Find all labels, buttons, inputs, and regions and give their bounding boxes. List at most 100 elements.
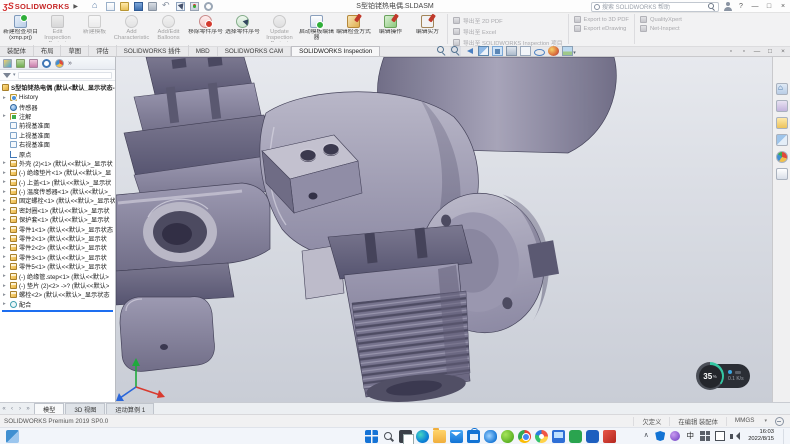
tree-item[interactable]: 前视基准面	[0, 121, 115, 130]
panel-tab-icon[interactable]	[42, 59, 51, 68]
units-dropdown-icon[interactable]: ▾	[764, 418, 767, 424]
taskbar-app-icon[interactable]	[467, 430, 480, 443]
taskbar-app-icon[interactable]	[501, 430, 514, 443]
command-tab[interactable]: 草图	[61, 45, 89, 56]
view-tab[interactable]: 模型	[34, 403, 64, 415]
quick-access-icon[interactable]	[134, 2, 143, 11]
quick-access-icon[interactable]	[190, 2, 199, 11]
minimize-button[interactable]: —	[750, 3, 760, 10]
ime-indicator[interactable]: 中	[685, 431, 695, 441]
document-window-button[interactable]: ▫	[727, 48, 735, 55]
quick-access-icon[interactable]	[204, 2, 213, 11]
taskbar-app-icon[interactable]	[603, 430, 616, 443]
quick-access-icon[interactable]	[120, 2, 129, 11]
tree-item[interactable]: 原点	[0, 149, 115, 158]
task-pane-tab-icon[interactable]	[776, 117, 788, 129]
quick-access-icon[interactable]	[92, 2, 101, 11]
taskbar-app-icon[interactable]	[433, 430, 446, 443]
export-menu-item[interactable]: 导出至 Excel	[453, 27, 563, 36]
document-window-button[interactable]: ▫	[740, 48, 748, 55]
tree-item[interactable]: 保护套<1> (默认<<默认>_显示状	[0, 215, 115, 224]
quick-access-icon[interactable]	[176, 2, 185, 11]
graphics-viewport[interactable]: 35 % 0.1 K/s	[116, 57, 772, 402]
document-window-button[interactable]: ×	[779, 48, 787, 55]
tree-item[interactable]: 螺栓<2> (默认<<默认>_显示状态	[0, 290, 115, 299]
view-tool-icon[interactable]	[506, 46, 517, 56]
screen-recorder-overlay[interactable]: 35 % 0.1 K/s	[696, 362, 750, 390]
taskbar-app-icon[interactable]	[416, 430, 429, 443]
menu-flyout-arrow[interactable]: ▶	[73, 3, 78, 10]
login-icon[interactable]	[723, 2, 732, 11]
panel-tabs-overflow-icon[interactable]: »	[68, 59, 72, 68]
panel-tab-icon[interactable]	[29, 59, 38, 68]
command-tab[interactable]: SOLIDWORKS Inspection	[291, 46, 380, 56]
input-grid-icon[interactable]	[700, 431, 710, 441]
view-tool-icon[interactable]	[520, 46, 531, 56]
defender-icon[interactable]	[655, 431, 665, 441]
filter-caret-icon[interactable]: ▾	[13, 72, 16, 78]
tab-nav-arrow[interactable]: »	[24, 406, 32, 412]
filter-icon[interactable]	[3, 73, 11, 78]
tree-item[interactable]: (-) 上盖<1> (默认<<默认>_显示状	[0, 178, 115, 187]
ribbon-button[interactable]: 启动模板编辑器	[298, 14, 335, 45]
view-tab[interactable]: 运动算例 1	[106, 403, 154, 415]
task-pane-tab-icon[interactable]	[776, 100, 788, 112]
volume-icon[interactable]	[730, 431, 740, 441]
document-window-button[interactable]: □	[766, 48, 774, 55]
ribbon-button[interactable]: 选择零件序号	[224, 14, 261, 45]
tree-item[interactable]: 零件2<2> (默认<<默认>_显示状	[0, 243, 115, 252]
taskbar-app-icon[interactable]	[365, 430, 378, 443]
ribbon-button[interactable]: Add/Edit Balloons	[150, 14, 187, 45]
tree-rollback-bar[interactable]	[2, 310, 113, 312]
tree-item[interactable]: 零件1<1> (默认<<默认>_显示状态	[0, 224, 115, 233]
quick-access-icon[interactable]	[148, 2, 157, 11]
status-item[interactable]: MMGS	[726, 417, 763, 426]
command-tab[interactable]: MBD	[189, 47, 218, 56]
panel-tab-icon[interactable]	[3, 59, 12, 68]
command-tab[interactable]: SOLIDWORKS CAM	[218, 47, 291, 56]
view-tool-icon[interactable]	[464, 46, 475, 56]
export-menu-item[interactable]: QualityXpert	[640, 16, 682, 23]
ribbon-button[interactable]: 编辑检查方式	[335, 14, 372, 45]
export-menu-item[interactable]: Export to 3D PDF	[574, 16, 629, 23]
taskbar-app-icon[interactable]	[450, 430, 463, 443]
status-gear-icon[interactable]	[775, 417, 784, 426]
ribbon-button[interactable]: 编辑操作	[372, 14, 409, 45]
task-pane-tab-icon[interactable]	[776, 168, 788, 180]
tree-item[interactable]: 上视基准面	[0, 131, 115, 140]
quick-access-icon[interactable]	[162, 2, 171, 11]
3d-model[interactable]	[116, 57, 772, 402]
quick-access-icon[interactable]	[106, 2, 115, 11]
status-item[interactable]: 在编辑 装配体	[669, 417, 726, 426]
view-tool-icon[interactable]	[436, 46, 447, 56]
document-window-button[interactable]: —	[753, 48, 761, 55]
panel-tab-icon[interactable]	[55, 59, 64, 68]
taskbar-app-icon[interactable]	[382, 430, 395, 443]
tree-item[interactable]: 固定螺栓<1> (默认<<默认>_显示状	[0, 196, 115, 205]
ribbon-button[interactable]: 新建模板	[76, 14, 113, 45]
tree-item[interactable]: 注解	[0, 112, 115, 121]
tree-item[interactable]: 零件3<1> (默认<<默认>_显示状	[0, 253, 115, 262]
network-icon[interactable]	[715, 431, 725, 441]
export-menu-item[interactable]: Net-Inspect	[640, 25, 682, 32]
task-pane-tab-icon[interactable]	[776, 83, 788, 95]
command-tab[interactable]: 装配体	[0, 45, 34, 56]
taskbar-app-icon[interactable]	[569, 430, 582, 443]
view-tool-icon[interactable]	[492, 46, 503, 56]
view-tool-icon[interactable]	[548, 46, 559, 56]
ribbon-button[interactable]: 移除零件序号	[187, 14, 224, 45]
export-menu-item[interactable]: 导出至 2D PDF	[453, 16, 563, 25]
export-menu-item[interactable]: Export eDrawing	[574, 25, 629, 32]
tree-item[interactable]: (-) 温度传感器<1> (默认<<默认>_	[0, 187, 115, 196]
view-tool-icon[interactable]	[450, 46, 461, 56]
command-tab[interactable]: SOLIDWORKS 插件	[117, 45, 189, 56]
task-pane-tab-icon[interactable]	[776, 151, 788, 163]
tree-root-item[interactable]: S型铂铑热电偶 (默认<默认_显示状态-1>	[0, 82, 115, 93]
taskbar-app-icon[interactable]	[552, 430, 565, 443]
taskbar-app-icon[interactable]	[518, 430, 531, 443]
command-tab[interactable]: 评估	[89, 45, 117, 56]
tree-item[interactable]: 零件2<1> (默认<<默认>_显示状	[0, 234, 115, 243]
taskbar-app-icon[interactable]	[535, 430, 548, 443]
tray-app-icon[interactable]	[670, 431, 680, 441]
tree-filter-input[interactable]	[18, 72, 112, 79]
